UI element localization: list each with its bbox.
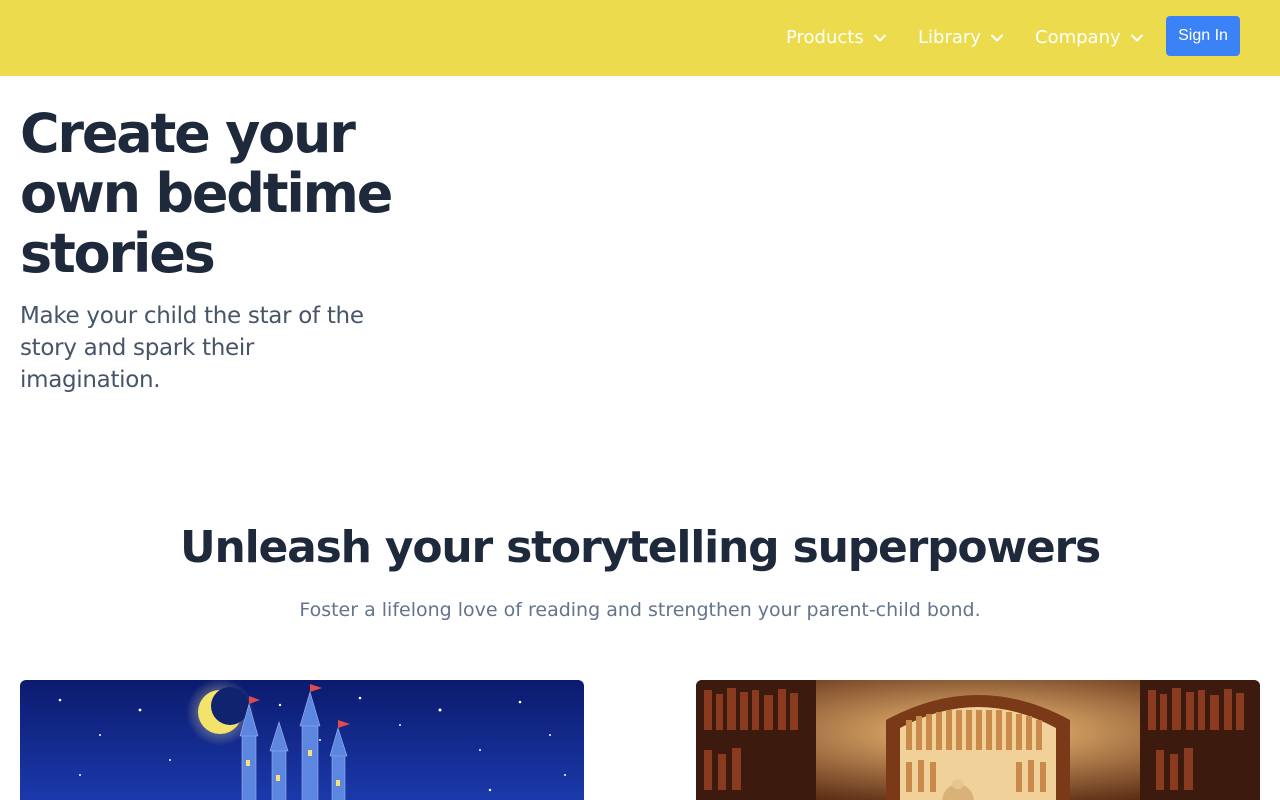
hero-subtitle: Make your child the star of the story an… <box>20 303 364 393</box>
nav-products[interactable]: Products <box>786 26 888 50</box>
nav-company-label: Company <box>1035 27 1121 48</box>
nav-library-label: Library <box>918 27 981 48</box>
features-subtitle: Foster a lifelong love of reading and st… <box>299 599 981 621</box>
chevron-down-icon <box>989 30 1005 46</box>
nav-products-label: Products <box>786 27 864 48</box>
nav-company[interactable]: Company <box>1035 26 1145 50</box>
features-title: Unleash your storytelling superpowers <box>179 522 1101 573</box>
chevron-down-icon <box>1129 30 1145 46</box>
top-navigation-bar: Products Library Company Sign In <box>0 0 1280 76</box>
chevron-down-icon <box>872 30 888 46</box>
sign-in-button[interactable]: Sign In <box>1166 16 1240 56</box>
hero-title: Create your own bedtime stories <box>20 102 393 285</box>
feature-card-castle-image <box>20 680 584 800</box>
nav-library[interactable]: Library <box>918 26 1005 50</box>
feature-card-library-image <box>696 680 1260 800</box>
